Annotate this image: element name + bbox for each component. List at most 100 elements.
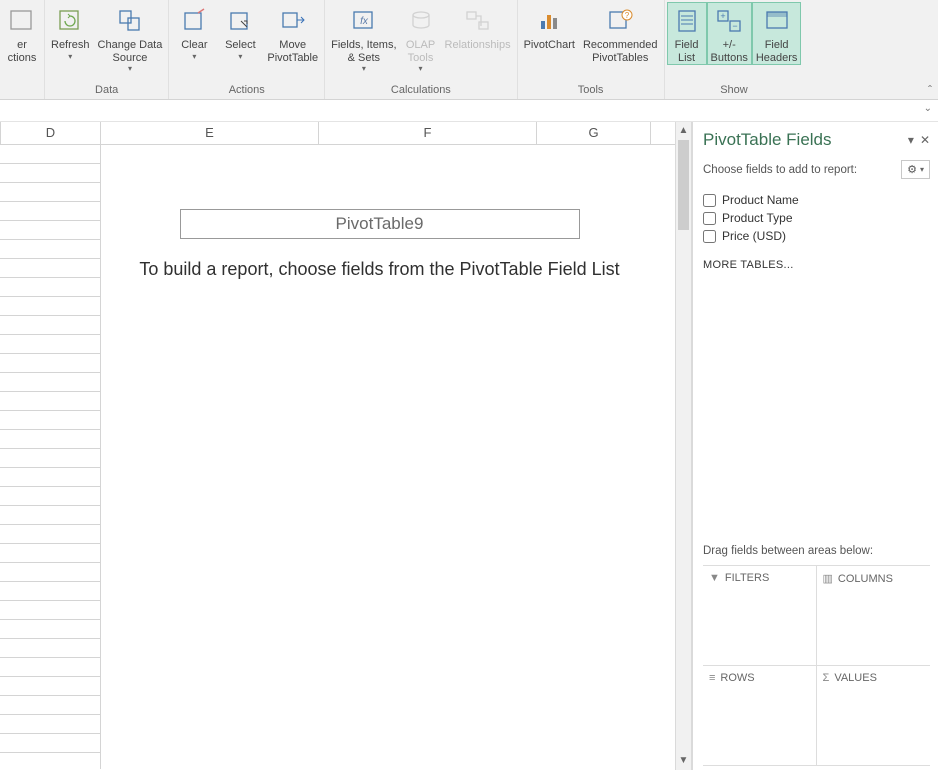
relationships-icon <box>462 5 494 37</box>
pane-close-icon[interactable]: ✕ <box>920 133 930 147</box>
change-data-label: Change Data Source <box>98 39 163 64</box>
pivotchart-label: PivotChart <box>524 39 575 52</box>
vertical-scrollbar[interactable]: ▲ ▼ <box>675 122 692 770</box>
data-group-label: Data <box>47 82 166 99</box>
dropdown-icon: ▾ <box>68 52 72 61</box>
col-header-g[interactable]: G <box>537 122 651 144</box>
column-headers: D E F G <box>0 122 675 145</box>
row-gridlines <box>0 145 100 753</box>
ribbon-group-data: Refresh ▾ Change Data Source ▾ Data <box>45 0 169 99</box>
gear-icon: ⚙ <box>907 163 917 176</box>
dropdown-icon: ▾ <box>192 52 196 61</box>
rows-area[interactable]: ≡ ROWS <box>703 666 817 766</box>
pane-sub-text: Choose fields to add to report: <box>703 164 857 176</box>
drag-instruction: Drag fields between areas below: <box>703 545 930 557</box>
refresh-icon <box>54 5 86 37</box>
show-group-label: Show <box>667 82 802 99</box>
filter-icon: ▼ <box>709 572 720 584</box>
pivot-instruction-text: To build a report, choose fields from th… <box>101 255 658 285</box>
field-headers-button[interactable]: Field Headers <box>752 2 802 65</box>
recommended-label: Recommended PivotTables <box>583 39 658 64</box>
svg-text:fx: fx <box>360 16 369 27</box>
dropdown-icon: ▾ <box>920 165 924 174</box>
svg-text:+: + <box>721 11 726 21</box>
refresh-button[interactable]: Refresh ▾ <box>47 2 94 61</box>
svg-text:−: − <box>733 21 738 31</box>
move-icon <box>277 5 309 37</box>
ribbon-group-partial: er ctions <box>0 0 45 99</box>
formula-bar-hidden: ⌄ <box>0 100 938 122</box>
ribbon: er ctions Refresh ▾ Change Data Source ▾… <box>0 0 938 100</box>
col-header-f[interactable]: F <box>319 122 537 144</box>
field-list: Product Name Product Type Price (USD) <box>703 191 930 245</box>
dropdown-icon: ▾ <box>128 64 132 73</box>
relationships-label: Relationships <box>445 39 511 52</box>
ribbon-collapse-icon[interactable]: ˆ <box>928 83 932 97</box>
columns-area[interactable]: ▥COLUMNS <box>817 566 931 666</box>
move-label: Move PivotTable <box>267 39 318 64</box>
refresh-label: Refresh <box>51 39 90 52</box>
columns-icon: ▥ <box>823 572 833 585</box>
clear-button[interactable]: Clear ▾ <box>171 2 217 61</box>
ribbon-group-calculations: fx Fields, Items, & Sets ▾ OLAP Tools ▾ … <box>325 0 517 99</box>
fields-items-sets-button[interactable]: fx Fields, Items, & Sets ▾ <box>327 2 400 73</box>
scroll-up-icon[interactable]: ▲ <box>676 122 691 140</box>
olap-tools-button: OLAP Tools ▾ <box>401 2 441 73</box>
field-checkbox[interactable] <box>703 194 716 207</box>
pane-options-icon[interactable]: ▾ <box>908 133 914 147</box>
values-area[interactable]: ΣVALUES <box>817 666 931 766</box>
fields-icon: fx <box>348 5 380 37</box>
svg-text:?: ? <box>625 11 630 20</box>
rows-label: ROWS <box>720 672 754 684</box>
actions-group-label: Actions <box>171 82 322 99</box>
recommended-pivottables-button[interactable]: ? Recommended PivotTables <box>579 2 662 64</box>
dropdown-icon: ▾ <box>362 64 366 73</box>
select-label: Select <box>225 39 256 52</box>
plus-minus-icon: +− <box>713 5 745 37</box>
partial-button[interactable]: er ctions <box>2 2 42 64</box>
field-headers-icon <box>761 5 793 37</box>
pivottable-fields-pane: PivotTable Fields ▾ ✕ Choose fields to a… <box>692 122 938 770</box>
field-list-button[interactable]: Field List <box>667 2 707 65</box>
field-list-label: Field List <box>675 39 699 64</box>
relationships-button: Relationships <box>441 2 515 52</box>
col-header-e[interactable]: E <box>101 122 319 144</box>
field-checkbox[interactable] <box>703 230 716 243</box>
filters-area[interactable]: ▼FILTERS <box>703 566 817 666</box>
select-button[interactable]: Select ▾ <box>217 2 263 61</box>
ribbon-group-actions: Clear ▾ Select ▾ Move PivotTable Actions <box>169 0 325 99</box>
scroll-down-icon[interactable]: ▼ <box>676 752 691 770</box>
rows-icon: ≡ <box>709 672 715 684</box>
pane-layout-button[interactable]: ⚙▾ <box>901 160 930 179</box>
plus-minus-buttons-button[interactable]: +− +/- Buttons <box>707 2 752 65</box>
change-data-source-button[interactable]: Change Data Source ▾ <box>94 2 167 73</box>
more-tables-link[interactable]: MORE TABLES... <box>703 259 930 271</box>
pivot-placeholder[interactable]: PivotTable9 To build a report, choose fi… <box>100 145 658 769</box>
field-label: Product Type <box>722 211 793 225</box>
field-item-product-name[interactable]: Product Name <box>703 191 930 209</box>
scroll-thumb[interactable] <box>678 140 689 230</box>
field-label: Product Name <box>722 193 799 207</box>
ribbon-group-show: Field List +− +/- Buttons Field Headers … <box>665 0 804 99</box>
field-label: Price (USD) <box>722 229 786 243</box>
move-pivottable-button[interactable]: Move PivotTable <box>263 2 322 64</box>
field-checkbox[interactable] <box>703 212 716 225</box>
drop-areas: ▼FILTERS ▥COLUMNS ≡ ROWS ΣVALUES <box>703 565 930 766</box>
field-headers-label: Field Headers <box>756 39 798 64</box>
pivotchart-button[interactable]: PivotChart <box>520 2 579 52</box>
recommended-icon: ? <box>604 5 636 37</box>
expand-formula-bar-icon[interactable]: ⌄ <box>924 103 932 114</box>
field-item-price[interactable]: Price (USD) <box>703 227 930 245</box>
scroll-track[interactable] <box>676 230 691 752</box>
partial-label-1: er <box>17 39 27 52</box>
partial-label-2: ctions <box>8 52 37 65</box>
calculations-group-label: Calculations <box>327 82 514 99</box>
fields-label: Fields, Items, & Sets <box>331 39 396 64</box>
field-item-product-type[interactable]: Product Type <box>703 209 930 227</box>
col-header-d[interactable]: D <box>1 122 101 144</box>
partial-icon <box>6 5 38 37</box>
spreadsheet-area[interactable]: D E F G PivotTable9 To build a report, c… <box>0 122 675 770</box>
tools-group-label: Tools <box>520 82 662 99</box>
clear-icon <box>178 5 210 37</box>
group-label-empty <box>2 82 42 99</box>
